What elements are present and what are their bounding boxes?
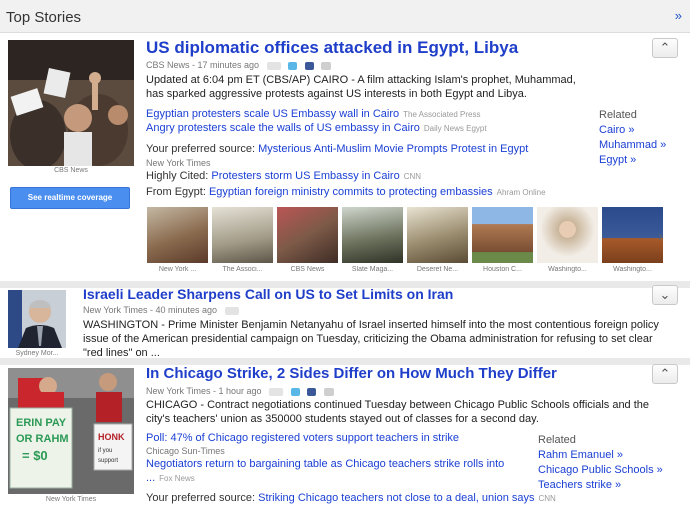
story-thumbnail[interactable] [8,40,134,166]
strip-photo[interactable] [537,207,598,263]
svg-text:= $0: = $0 [22,448,48,463]
email-icon[interactable] [323,387,334,396]
collapse-icon[interactable]: ⌃ [652,364,678,384]
from-egypt-line: From Egypt: Egyptian foreign ministry co… [146,186,546,198]
related-article-link[interactable]: Poll: 47% of Chicago registered voters s… [146,432,459,444]
realtime-coverage-button[interactable]: See realtime coverage [10,187,130,209]
facebook-icon[interactable] [304,61,314,70]
strip-image[interactable]: Washingto... [537,207,598,279]
strip-photo[interactable] [212,207,273,263]
twitter-icon[interactable] [288,61,298,70]
story-thumbnail[interactable]: ERIN PAY OR RAHM = $0 HONK if you suppor… [8,368,134,494]
related-topic-link[interactable]: Egypt » [599,153,666,168]
thumbnail-caption: Sydney Mor... [15,350,59,357]
related-topic-link[interactable]: Cairo » [599,123,666,138]
image-strip: New York ... The Associ... CBS News Slat… [147,207,663,279]
article-source: Chicago Sun-Times [146,446,225,456]
preferred-source-link[interactable]: Mysterious Anti-Muslim Movie Prompts Pro… [258,143,528,155]
more-chevron-icon[interactable]: » [675,8,682,23]
svg-text:OR RAHM: OR RAHM [16,433,69,445]
facebook-icon[interactable] [307,387,317,396]
related-topic-link[interactable]: Rahm Emanuel » [538,448,663,463]
strip-photo[interactable] [277,207,338,263]
strip-image[interactable]: Washingto... [602,207,663,279]
strip-image[interactable]: New York ... [147,207,208,279]
related-topics: Related Rahm Emanuel » Chicago Public Sc… [538,433,663,493]
related-heading: Related [599,109,637,121]
section-title: Top Stories [6,9,82,26]
story-headline[interactable]: US diplomatic offices attacked in Egypt,… [146,38,518,58]
related-topic-link[interactable]: Teachers strike » [538,478,663,493]
story-meta: New York Times - 1 hour ago [146,386,334,396]
strip-photo[interactable] [407,207,468,263]
thumbnail-caption: New York Times [45,496,97,503]
preferred-source-name: New York Times [146,158,211,168]
svg-text:support: support [98,458,118,464]
plusone-icon[interactable] [224,306,239,315]
strip-image[interactable]: Slate Maga... [342,207,403,279]
story-source-time: New York Times - 40 minutes ago [83,305,218,315]
story-thumbnail[interactable] [8,290,66,348]
related-article-link[interactable]: Egyptian protesters scale US Embassy wal… [146,108,480,120]
plusone-icon[interactable] [269,387,284,396]
story-source-time: CBS News - 17 minutes ago [146,60,260,70]
highly-cited-link[interactable]: Protesters storm US Embassy in Cairo [211,170,399,182]
svg-text:if you: if you [98,448,112,454]
story-divider [0,358,690,365]
story-snippet: CHICAGO - Contract negotiations continue… [146,399,650,425]
preferred-source-link[interactable]: Striking Chicago teachers not close to a… [258,492,534,504]
strip-photo[interactable] [147,207,208,263]
preferred-source-line: Your preferred source: Mysterious Anti-M… [146,143,529,155]
related-topics: Related Cairo » Muhammad » Egypt » [599,108,666,168]
story-meta: CBS News - 17 minutes ago [146,60,332,70]
chevron-right-icon[interactable]: › [658,228,663,245]
preferred-source-line: Your preferred source: Striking Chicago … [146,492,556,504]
svg-text:HONK: HONK [98,432,125,442]
thumbnail-caption: CBS News [54,167,88,174]
svg-text:ERIN PAY: ERIN PAY [16,417,67,429]
strip-image[interactable]: CBS News [277,207,338,279]
strip-photo[interactable] [342,207,403,263]
strip-image[interactable]: Houston C... [472,207,533,279]
related-article-link[interactable]: Angry protesters scale the walls of US e… [146,122,487,134]
story-meta: New York Times - 40 minutes ago [83,305,239,315]
collapse-icon[interactable]: ⌃ [652,38,678,58]
from-egypt-link[interactable]: Egyptian foreign ministry commits to pro… [209,186,493,198]
story-snippet: WASHINGTON - Prime Minister Benjamin Net… [83,319,659,359]
related-article-link[interactable]: ... Fox News [146,472,195,484]
plusone-icon[interactable] [266,61,281,70]
email-icon[interactable] [321,61,332,70]
strip-image[interactable]: Deseret Ne... [407,207,468,279]
strip-photo[interactable] [472,207,533,263]
highly-cited-line: Highly Cited: Protesters storm US Embass… [146,170,422,182]
related-topic-link[interactable]: Chicago Public Schools » [538,463,663,478]
twitter-icon[interactable] [290,387,300,396]
story-snippet: Updated at 6:04 pm ET (CBS/AP) CAIRO - A… [146,74,576,100]
top-stories-header: Top Stories » [0,0,690,33]
strip-photo[interactable] [602,207,663,263]
story-headline[interactable]: Israeli Leader Sharpens Call on US to Se… [83,286,453,302]
expand-icon[interactable]: ⌄ [652,285,678,305]
strip-image[interactable]: The Associ... [212,207,273,279]
related-article-link[interactable]: Negotiators return to bargaining table a… [146,458,504,470]
story-source-time: New York Times - 1 hour ago [146,386,262,396]
related-heading: Related [538,434,576,446]
related-topic-link[interactable]: Muhammad » [599,138,666,153]
story-headline[interactable]: In Chicago Strike, 2 Sides Differ on How… [146,365,557,382]
